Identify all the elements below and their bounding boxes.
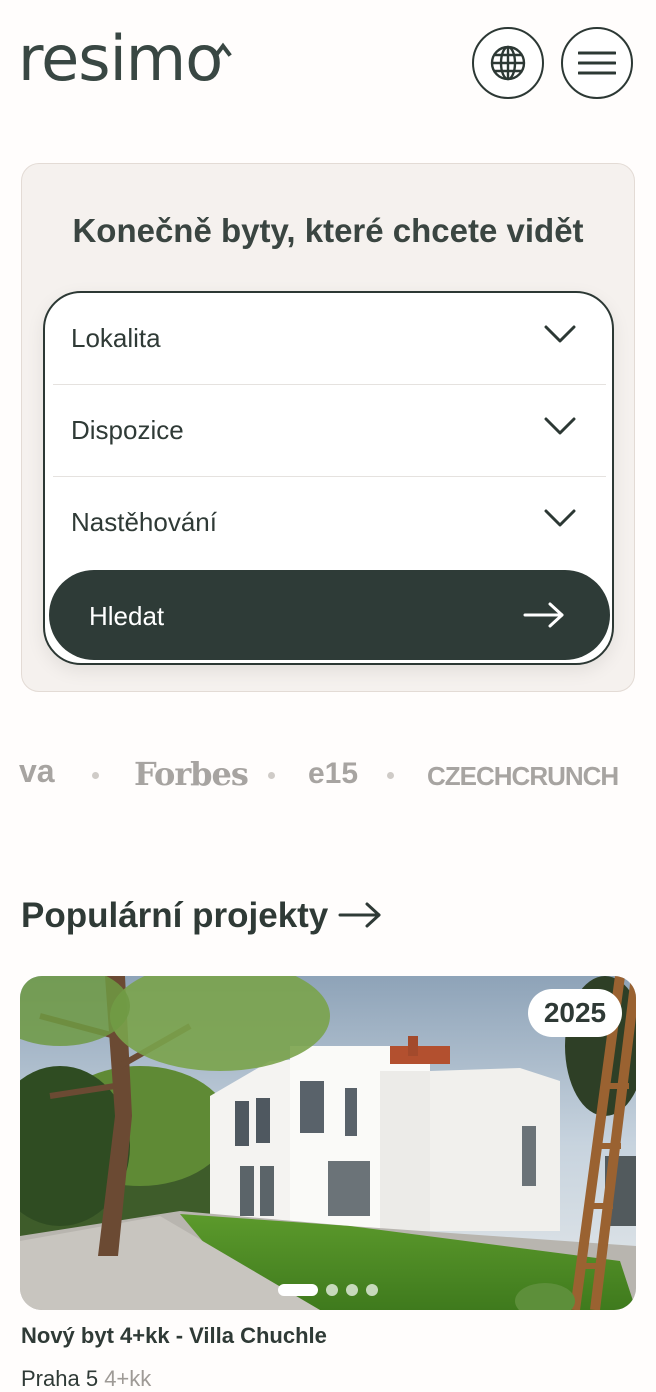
filter-move-in[interactable]: Nastěhování xyxy=(53,477,606,569)
press-logo-va: va xyxy=(19,753,55,789)
project-name[interactable]: Nový byt 4+kk - Villa Chuchle xyxy=(21,1323,327,1349)
search-title: Konečně byty, které chcete vidět xyxy=(72,212,584,249)
arrow-right-icon[interactable] xyxy=(338,900,382,930)
language-button[interactable] xyxy=(472,27,544,99)
project-subtitle: Praha 5 4+kk xyxy=(21,1366,151,1392)
project-card[interactable]: 2025 xyxy=(20,976,636,1310)
press-logo-e15: e15 xyxy=(308,757,359,790)
filter-layout[interactable]: Dispozice xyxy=(53,385,606,477)
separator-dot xyxy=(268,772,275,779)
search-button-label: Hledat xyxy=(89,601,165,631)
popular-projects-title[interactable]: Populární projekty xyxy=(21,896,328,936)
search-button[interactable]: Hledat xyxy=(49,570,610,660)
filter-move-in-label: Nastěhování xyxy=(71,507,217,537)
carousel-dot xyxy=(366,1284,378,1296)
filter-location[interactable]: Lokalita xyxy=(53,293,606,385)
carousel-dot xyxy=(346,1284,358,1296)
filter-location-label: Lokalita xyxy=(71,323,161,353)
separator-dot xyxy=(92,772,99,779)
search-card: Konečně byty, které chcete vidět Lokalit… xyxy=(21,163,635,692)
hamburger-menu-icon xyxy=(578,51,616,75)
press-logos: va Forbes e15 CZECHCRUNCH xyxy=(0,745,656,805)
logo[interactable]: resimo xyxy=(18,28,223,90)
separator-dot xyxy=(387,772,394,779)
filter-box: Lokalita Dispozice Nastěhování Hledat xyxy=(43,291,614,665)
globe-icon xyxy=(490,45,526,81)
press-logo-czechcrunch: CZECHCRUNCH xyxy=(427,761,619,791)
filter-layout-label: Dispozice xyxy=(71,415,184,445)
carousel-dots xyxy=(278,1283,382,1297)
menu-button[interactable] xyxy=(561,27,633,99)
site-header: resimo xyxy=(0,0,656,130)
carousel-dot xyxy=(326,1284,338,1296)
carousel-dot-active xyxy=(278,1284,318,1296)
chevron-down-icon xyxy=(544,509,576,527)
arrow-right-icon xyxy=(523,602,564,628)
chevron-down-icon xyxy=(544,325,576,343)
chevron-down-icon xyxy=(544,417,576,435)
project-location: Praha 5 xyxy=(21,1366,99,1391)
year-badge: 2025 xyxy=(528,989,622,1037)
press-logo-forbes: Forbes xyxy=(134,755,249,793)
project-layout: 4+kk xyxy=(104,1366,152,1391)
logo-accent-icon xyxy=(214,42,232,57)
